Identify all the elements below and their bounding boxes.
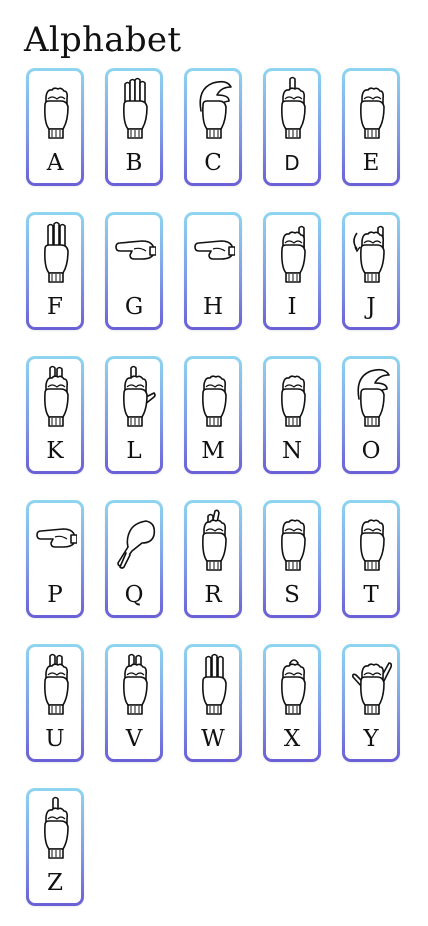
letter-card-f[interactable]: F — [26, 212, 84, 330]
letter-label: K — [46, 438, 64, 464]
letter-card-z[interactable]: Z — [26, 788, 84, 906]
letter-card-k[interactable]: K — [26, 356, 84, 474]
hand-sign-icon — [33, 363, 77, 429]
letter-label: W — [201, 726, 225, 752]
hand-sign-icon — [349, 507, 393, 573]
letter-card-p[interactable]: P — [26, 500, 84, 618]
letter-card-h[interactable]: H — [184, 212, 242, 330]
hand-sign-icon — [191, 225, 235, 291]
letter-card-n[interactable]: N — [263, 356, 321, 474]
letter-label: M — [201, 438, 225, 464]
letter-label: P — [47, 582, 63, 608]
letter-card-w[interactable]: W — [184, 644, 242, 762]
hand-sign-icon — [349, 363, 393, 429]
letter-card-j[interactable]: J — [342, 212, 400, 330]
letter-label: U — [45, 726, 65, 752]
hand-sign-icon — [191, 363, 235, 429]
hand-sign-icon — [112, 363, 156, 429]
hand-sign-icon — [112, 651, 156, 717]
letter-label: V — [125, 726, 143, 752]
letter-card-c[interactable]: C — [184, 68, 242, 186]
letter-card-y[interactable]: Y — [342, 644, 400, 762]
letter-label: F — [47, 294, 63, 320]
letter-label: I — [287, 294, 297, 320]
hand-sign-icon — [112, 225, 156, 291]
letter-card-u[interactable]: U — [26, 644, 84, 762]
letter-card-v[interactable]: V — [105, 644, 163, 762]
hand-sign-icon — [270, 219, 314, 285]
letter-card-l[interactable]: L — [105, 356, 163, 474]
letter-label: Z — [47, 870, 63, 896]
letter-label: D — [284, 151, 300, 175]
letter-card-o[interactable]: O — [342, 356, 400, 474]
letter-label: R — [204, 582, 222, 608]
alphabet-screen: Alphabet A B C D E F G H I J K L M N O P Q R S T U V W X Y Z — [0, 0, 428, 926]
hand-sign-icon — [33, 513, 77, 579]
letter-card-a[interactable]: A — [26, 68, 84, 186]
letter-label: B — [125, 150, 143, 176]
hand-sign-icon — [112, 75, 156, 141]
hand-sign-icon — [349, 75, 393, 141]
hand-sign-icon — [33, 75, 77, 141]
hand-sign-icon — [270, 507, 314, 573]
hand-sign-icon — [270, 75, 314, 141]
letter-label: L — [126, 438, 142, 464]
hand-sign-icon — [33, 795, 77, 861]
letter-card-q[interactable]: Q — [105, 500, 163, 618]
letter-label: X — [283, 726, 301, 752]
hand-sign-icon — [112, 513, 156, 579]
letter-label: N — [281, 438, 303, 464]
letter-card-r[interactable]: R — [184, 500, 242, 618]
letter-label: Y — [363, 726, 379, 752]
letter-card-x[interactable]: X — [263, 644, 321, 762]
hand-sign-icon — [270, 363, 314, 429]
letter-card-i[interactable]: I — [263, 212, 321, 330]
letter-label: C — [204, 150, 222, 176]
letter-label: E — [362, 150, 380, 176]
letter-card-s[interactable]: S — [263, 500, 321, 618]
hand-sign-icon — [33, 219, 77, 285]
hand-sign-icon — [270, 651, 314, 717]
letter-label: Q — [124, 582, 144, 608]
letter-label: A — [46, 150, 64, 176]
letter-label: O — [361, 438, 381, 464]
letter-label: T — [363, 582, 379, 608]
letter-label: J — [366, 294, 376, 320]
hand-sign-icon — [191, 75, 235, 141]
letter-label: G — [124, 294, 144, 320]
hand-sign-icon — [191, 507, 235, 573]
hand-sign-icon — [349, 219, 393, 285]
letter-card-b[interactable]: B — [105, 68, 163, 186]
page-title: Alphabet — [24, 20, 182, 60]
hand-sign-icon — [349, 651, 393, 717]
hand-sign-icon — [191, 651, 235, 717]
letter-card-d[interactable]: D — [263, 68, 321, 186]
letter-grid: A B C D E F G H I J K L M N O P Q R S T U V W X Y Z — [26, 68, 406, 906]
letter-card-t[interactable]: T — [342, 500, 400, 618]
letter-card-g[interactable]: G — [105, 212, 163, 330]
letter-card-e[interactable]: E — [342, 68, 400, 186]
hand-sign-icon — [33, 651, 77, 717]
letter-card-m[interactable]: M — [184, 356, 242, 474]
letter-label: S — [284, 582, 300, 608]
letter-label: H — [202, 294, 224, 320]
